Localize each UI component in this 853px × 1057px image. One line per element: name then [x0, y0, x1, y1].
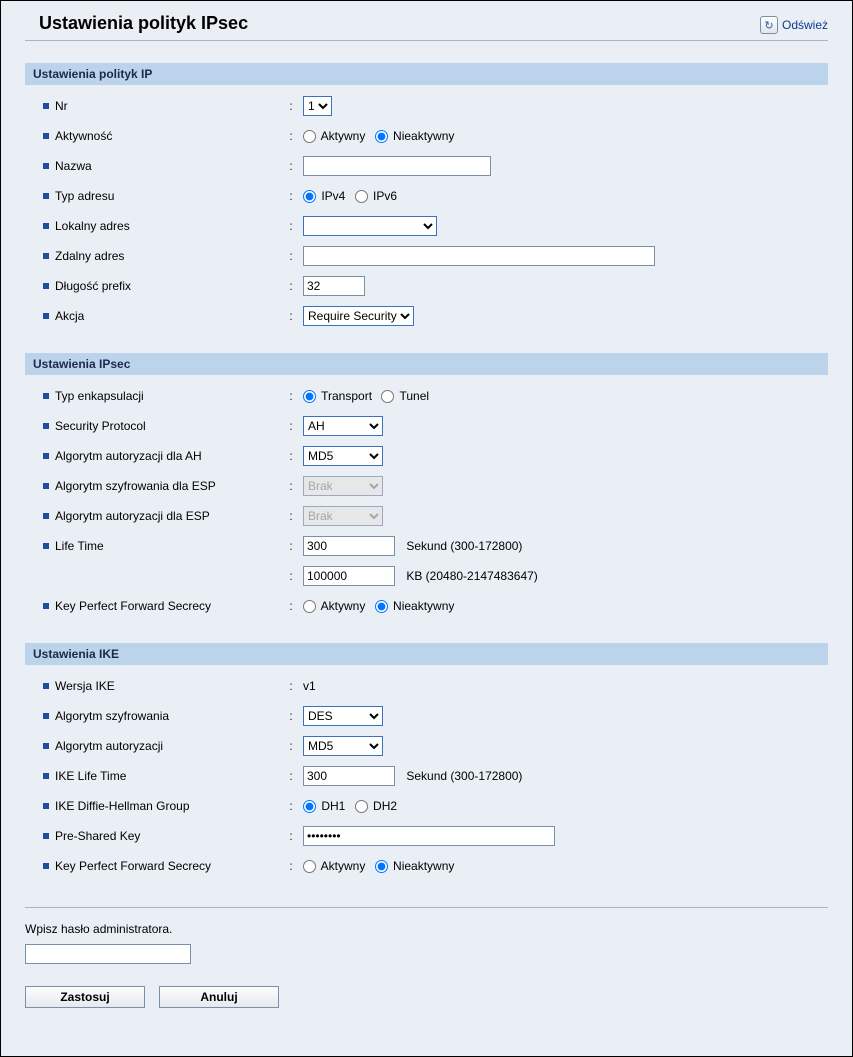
life-kb-hint: KB (20480-2147483647) — [406, 569, 537, 583]
apply-button[interactable]: Zastosuj — [25, 986, 145, 1008]
label-encap: Typ enkapsulacji — [55, 389, 144, 403]
label-activity: Aktywność — [55, 129, 112, 143]
label-ike-life: IKE Life Time — [55, 769, 126, 783]
section-bar-ike: Ustawienia IKE — [25, 643, 828, 665]
esp-enc-select: Brak — [303, 476, 383, 496]
activity-active-option[interactable]: Aktywny — [303, 129, 365, 143]
page-title: Ustawienia polityk IPsec — [39, 13, 248, 34]
label-ah-auth: Algorytm autoryzacji dla AH — [55, 449, 202, 463]
encap-transport-option[interactable]: Transport — [303, 389, 372, 403]
section-bar-ip: Ustawienia polityk IP — [25, 63, 828, 85]
encap-tunnel-option[interactable]: Tunel — [381, 389, 429, 403]
label-psk: Pre-Shared Key — [55, 829, 140, 843]
activity-inactive-option[interactable]: Nieaktywny — [375, 129, 455, 143]
nr-select[interactable]: 1 — [303, 96, 332, 116]
label-life: Life Time — [55, 539, 104, 553]
refresh-label: Odśwież — [782, 18, 828, 32]
label-name: Nazwa — [55, 159, 92, 173]
addr-type-ipv6-option[interactable]: IPv6 — [355, 189, 397, 203]
cancel-button[interactable]: Anuluj — [159, 986, 279, 1008]
remote-addr-input[interactable] — [303, 246, 655, 266]
label-ike-auth: Algorytm autoryzacji — [55, 739, 163, 753]
action-select[interactable]: Require Security — [303, 306, 414, 326]
label-addr-type: Typ adresu — [55, 189, 114, 203]
refresh-icon: ↻ — [760, 16, 778, 34]
ike-pfs-inactive-option[interactable]: Nieaktywny — [375, 859, 455, 873]
admin-password-prompt: Wpisz hasło administratora. — [25, 922, 828, 936]
name-input[interactable] — [303, 156, 491, 176]
ipsec-pfs-inactive-option[interactable]: Nieaktywny — [375, 599, 455, 613]
life-sec-input[interactable] — [303, 536, 395, 556]
label-ike-version: Wersja IKE — [55, 679, 115, 693]
label-ipsec-pfs: Key Perfect Forward Secrecy — [55, 599, 211, 613]
life-sec-hint: Sekund (300-172800) — [406, 539, 522, 553]
label-remote-addr: Zdalny adres — [55, 249, 124, 263]
admin-password-input[interactable] — [25, 944, 191, 964]
refresh-button[interactable]: ↻ Odśwież — [760, 16, 828, 34]
addr-type-ipv4-option[interactable]: IPv4 — [303, 189, 345, 203]
label-local-addr: Lokalny adres — [55, 219, 130, 233]
label-ike-enc: Algorytm szyfrowania — [55, 709, 169, 723]
ike-auth-select[interactable]: MD5 — [303, 736, 383, 756]
prefix-input[interactable] — [303, 276, 365, 296]
ike-life-hint: Sekund (300-172800) — [406, 769, 522, 783]
ike-dh1-option[interactable]: DH1 — [303, 799, 345, 813]
ike-life-input[interactable] — [303, 766, 395, 786]
esp-auth-select: Brak — [303, 506, 383, 526]
ike-dh2-option[interactable]: DH2 — [355, 799, 397, 813]
ipsec-pfs-active-option[interactable]: Aktywny — [303, 599, 365, 613]
label-esp-enc: Algorytm szyfrowania dla ESP — [55, 479, 216, 493]
label-esp-auth: Algorytm autoryzacji dla ESP — [55, 509, 210, 523]
ah-auth-select[interactable]: MD5 — [303, 446, 383, 466]
label-secproto: Security Protocol — [55, 419, 146, 433]
ike-pfs-active-option[interactable]: Aktywny — [303, 859, 365, 873]
life-kb-input[interactable] — [303, 566, 395, 586]
psk-input[interactable] — [303, 826, 555, 846]
ike-enc-select[interactable]: DES — [303, 706, 383, 726]
ike-version-value: v1 — [303, 679, 316, 693]
label-ike-dh: IKE Diffie-Hellman Group — [55, 799, 190, 813]
section-bar-ipsec: Ustawienia IPsec — [25, 353, 828, 375]
label-prefix: Długość prefix — [55, 279, 131, 293]
secproto-select[interactable]: AH — [303, 416, 383, 436]
label-action: Akcja — [55, 309, 84, 323]
label-nr: Nr — [55, 99, 68, 113]
label-ike-pfs: Key Perfect Forward Secrecy — [55, 859, 211, 873]
local-addr-select[interactable] — [303, 216, 437, 236]
